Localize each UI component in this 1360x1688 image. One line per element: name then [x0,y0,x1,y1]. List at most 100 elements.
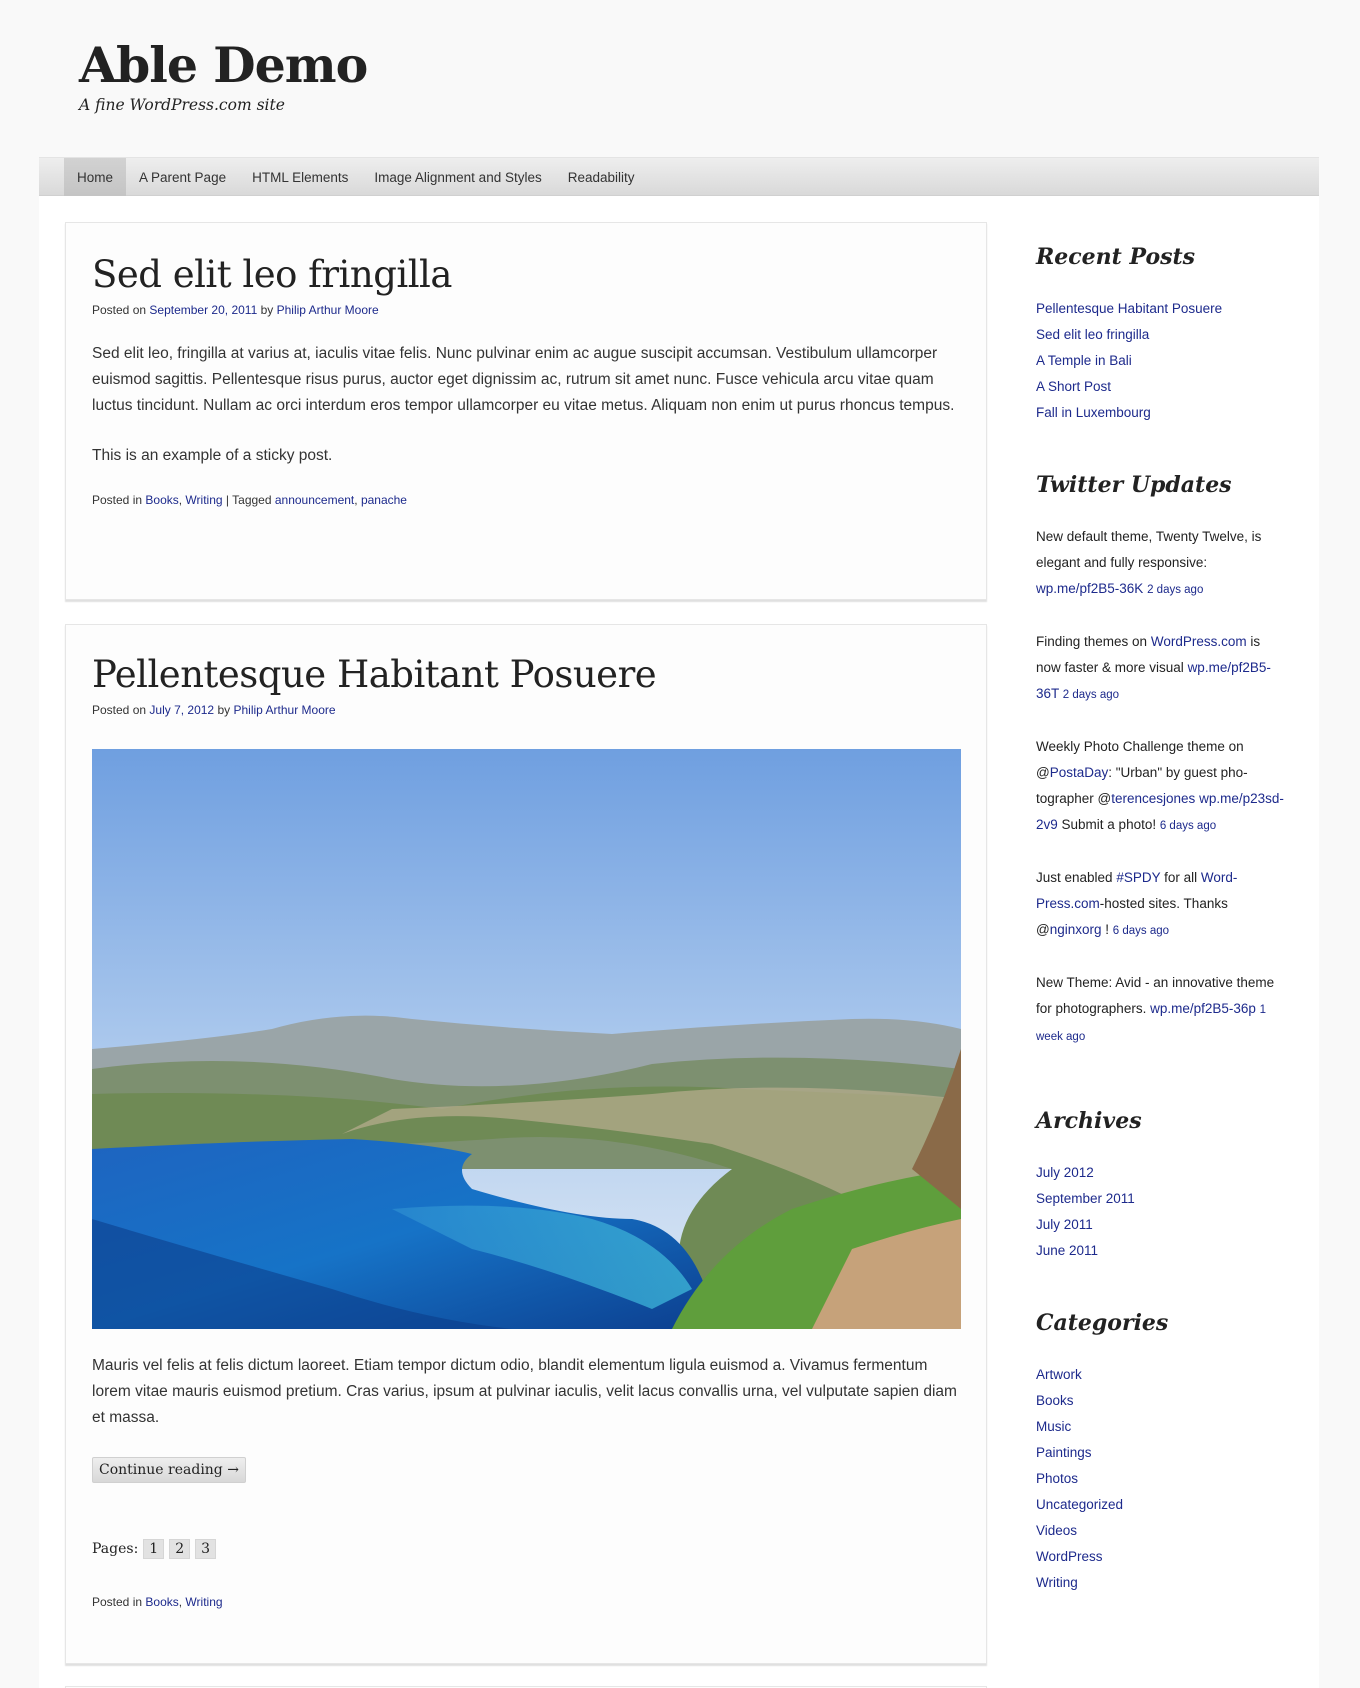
recent-post-link[interactable]: A Temple in Bali [1036,353,1132,368]
footer-tagged-label: Tagged [232,493,272,507]
tweet-link[interactable]: terencesjones [1111,791,1195,806]
widget-archives: Archives July 2012 September 2011 July 2… [1036,1108,1286,1264]
category-link[interactable]: Artwork [1036,1367,1082,1382]
category-link[interactable]: WordPress [1036,1549,1103,1564]
tweet-link[interactable]: #SPDY [1116,870,1160,885]
tweet: Just enabled #SPDY for all Word­Press.co… [1036,865,1286,944]
widget-title: Categories [1036,1310,1169,1336]
post-title-link[interactable]: Sed elit leo fringilla [92,253,452,296]
archive-link[interactable]: July 2012 [1036,1165,1094,1180]
tweet-timestamp-link[interactable]: 6 days ago [1113,925,1169,937]
nav-item-a-parent-page[interactable]: A Parent Page [126,158,239,196]
category-link-books[interactable]: Books [145,493,178,507]
recent-post-link[interactable]: Fall in Luxembourg [1036,405,1151,420]
post-footer: Posted in Books, Writing [92,1595,223,1609]
post-title[interactable]: Pellentesque Habitant Posuere [92,653,960,696]
footer-label: Posted in [92,493,143,507]
category-link-writing[interactable]: Writing [185,493,222,507]
post: Pellentesque Habitant Posuere Posted on … [65,624,987,1664]
post-content: Mauris vel felis at felis dictum laoreet… [92,1353,960,1431]
tweet-list: New default theme, Twenty Twelve, is ele… [1036,524,1286,1050]
post-content: Sed elit leo, fringilla at varius at, ia… [92,341,960,469]
widget-categories: Categories Artwork Books Music Paintings… [1036,1310,1286,1596]
tweet-text: Finding themes on [1036,634,1151,649]
widget-twitter-updates: Twitter Updates New default theme, Twent… [1036,472,1286,1050]
widget-title: Twitter Updates [1036,472,1232,498]
tweet-timestamp-link[interactable]: 2 days ago [1063,689,1119,701]
post-date-link[interactable]: September 20, 2011 [149,303,257,317]
category-link[interactable]: Paintings [1036,1445,1092,1460]
nav-item-html-elements[interactable]: HTML Elements [239,158,361,196]
widget-recent-posts: Recent Posts Pellentesque Habitant Posue… [1036,244,1286,426]
recent-post-link[interactable]: Pellentesque Habitant Posuere [1036,301,1222,316]
site-header: Able Demo A fine WordPress.com site [79,34,368,114]
post-featured-image[interactable] [92,749,961,1329]
tweet-link[interactable]: nginxorg [1050,922,1102,937]
widget-title: Recent Posts [1036,244,1196,270]
main-navigation: Home A Parent Page HTML Elements Image A… [39,157,1319,196]
page-link-2[interactable]: 2 [169,1539,191,1559]
category-link[interactable]: Books [1036,1393,1074,1408]
post-meta: Posted on July 7, 2012 by Philip Arthur … [92,703,960,717]
nav-item-home[interactable]: Home [64,158,127,196]
site-title[interactable]: Able Demo [79,34,368,96]
sidebar: Recent Posts Pellentesque Habitant Posue… [1036,244,1286,1642]
meta-by: by [260,303,274,317]
footer-separator: | [225,493,230,507]
category-link-books[interactable]: Books [145,1595,178,1609]
widget-title: Archives [1036,1108,1142,1134]
archive-link[interactable]: July 2011 [1036,1217,1093,1232]
post-paragraph: Mauris vel felis at felis dictum laoreet… [92,1357,957,1426]
post-author-link[interactable]: Philip Arthur Moore [233,703,335,717]
post-paragraph: This is an example of a sticky post. [92,447,333,464]
nav-item-readability[interactable]: Readability [555,158,648,196]
category-link[interactable]: Videos [1036,1523,1077,1538]
archive-link[interactable]: September 2011 [1036,1191,1135,1206]
recent-post-link[interactable]: Sed elit leo fringilla [1036,327,1149,342]
tweet-text: Just enabled [1036,870,1117,885]
page-links: Pages: 1 2 3 [92,1539,960,1559]
post-sticky: Sed elit leo fringilla Posted on Septemb… [65,222,987,600]
meta-label: Posted on [92,303,147,317]
landscape-photo [92,749,961,1329]
nav-item-image-alignment[interactable]: Image Alignment and Styles [361,158,554,196]
tweet-link[interactable]: WordPress.com [1151,634,1247,649]
category-link[interactable]: Uncategorized [1036,1497,1123,1512]
post-footer: Posted in Books, Writing | Tagged announ… [92,493,407,507]
category-link[interactable]: Music [1036,1419,1071,1434]
post-title[interactable]: Sed elit leo fringilla [92,253,960,296]
page-link-3[interactable]: 3 [195,1539,217,1559]
pages-label: Pages: [92,1541,139,1557]
post-author-link[interactable]: Philip Arthur Moore [277,303,379,317]
tag-link-announcement[interactable]: announcement [275,493,354,507]
tweet-timestamp-link[interactable]: 6 days ago [1160,820,1216,832]
meta-by: by [217,703,231,717]
tweet: Weekly Photo Challenge theme on @PostaDa… [1036,734,1286,839]
post-paragraph: Sed elit leo, fringilla at varius at, ia… [92,345,955,414]
category-link[interactable]: Photos [1036,1471,1078,1486]
archive-link[interactable]: June 2011 [1036,1243,1098,1258]
tweet-link[interactable]: wp.me/pf2B5-36p [1150,1001,1256,1016]
post-meta: Posted on September 20, 2011 by Philip A… [92,303,960,317]
tweet: New default theme, Twenty Twelve, is ele… [1036,524,1286,603]
continue-reading-button[interactable]: Continue reading → [92,1457,246,1483]
recent-post-link[interactable]: A Short Post [1036,379,1111,394]
footer-label: Posted in [92,1595,143,1609]
post-title-link[interactable]: Pellentesque Habitant Posuere [92,653,657,696]
tweet-timestamp-link[interactable]: 2 days ago [1147,584,1203,596]
category-link[interactable]: Writing [1036,1575,1078,1590]
tweet-link[interactable]: wp.me/pf2B5-36K [1036,581,1143,596]
site-description: A fine WordPress.com site [79,96,285,114]
tweet-text: ! [1101,922,1113,937]
tweet-text: New default theme, Twenty Twelve, is ele… [1036,529,1262,570]
tweet-text: Submit a photo! [1057,817,1160,832]
meta-label: Posted on [92,703,147,717]
post-date-link[interactable]: July 7, 2012 [149,703,214,717]
tweet: New Theme: Avid - an innovative theme fo… [1036,970,1286,1050]
tag-link-panache[interactable]: panache [361,493,407,507]
tweet-link[interactable]: PostaDay [1050,765,1109,780]
tweet-text: for all [1160,870,1201,885]
tweet: Finding themes on WordPress.com is now f… [1036,629,1286,708]
page-link-1[interactable]: 1 [143,1539,165,1559]
category-link-writing[interactable]: Writing [185,1595,222,1609]
